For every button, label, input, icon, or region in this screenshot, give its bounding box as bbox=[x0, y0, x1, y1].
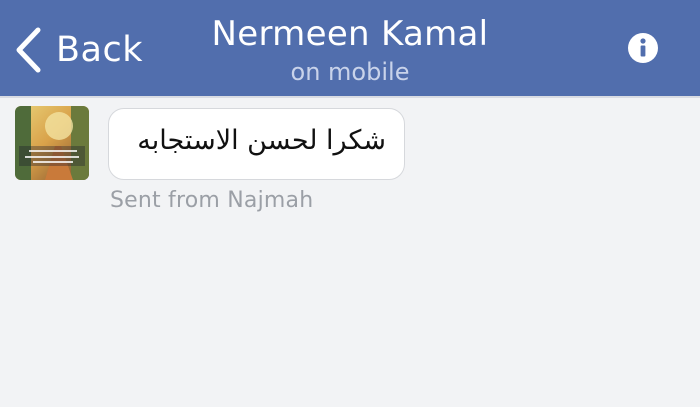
navigation-bar: Back Nermeen Kamal on mobile bbox=[0, 0, 700, 98]
contact-avatar[interactable] bbox=[15, 106, 89, 180]
message-bubble[interactable]: شكرا لحسن الاستجابه bbox=[108, 108, 405, 180]
message-footer: Sent from Najmah bbox=[110, 188, 314, 213]
back-label: Back bbox=[56, 30, 143, 70]
chevron-left-icon bbox=[16, 27, 41, 73]
avatar-image bbox=[15, 106, 89, 180]
back-button[interactable]: Back bbox=[14, 24, 143, 76]
presence-status: on mobile bbox=[290, 58, 410, 86]
page-title: Nermeen Kamal bbox=[211, 14, 489, 54]
info-icon[interactable] bbox=[627, 32, 659, 64]
message-text: شكرا لحسن الاستجابه bbox=[137, 125, 386, 156]
